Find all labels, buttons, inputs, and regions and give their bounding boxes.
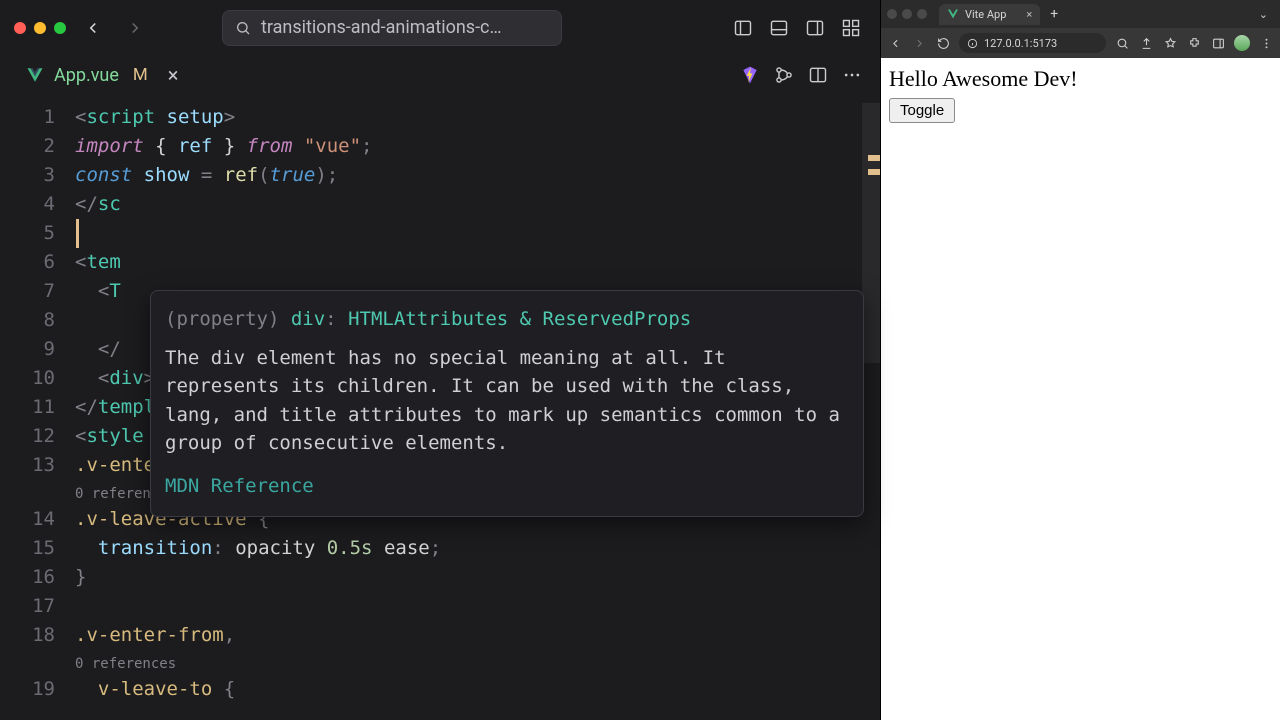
browser-menu-icon[interactable] [1258,35,1274,51]
search-placeholder: transitions-and-animations-c… [261,17,502,38]
page-heading: Hello Awesome Dev! [889,66,1272,92]
split-editor-icon[interactable] [808,65,828,85]
browser-preview-window: Vite App × + ⌄ 127.0.0.1:5173 Hello Awes… [880,0,1280,720]
zoom-icon[interactable] [1114,35,1130,51]
close-window-button[interactable] [14,22,26,34]
more-actions-icon[interactable] [842,65,862,85]
extensions-icon[interactable] [1186,35,1202,51]
browser-toolbar: 127.0.0.1:5173 [881,28,1280,58]
vue-file-icon [26,66,44,84]
vite-favicon-icon [947,8,959,20]
browser-tab-title: Vite App [965,8,1006,21]
zoom-window-button[interactable] [54,22,66,34]
browser-page-content: Hello Awesome Dev! Toggle [881,58,1280,720]
search-icon [235,20,251,36]
code-editor-window: transitions-and-animations-c… App.vue M … [0,0,880,720]
tooltip-mdn-link[interactable]: MDN Reference [165,472,849,501]
editor-scrollbar[interactable] [862,95,880,720]
browser-forward-button[interactable] [911,35,927,51]
toggle-left-panel-icon[interactable] [728,13,758,43]
editor-tab[interactable]: App.vue M × [12,55,192,95]
scrollbar-thumb[interactable] [862,103,880,363]
scroll-marker [868,155,880,161]
browser-tab[interactable]: Vite App × [939,4,1040,25]
codelens-references[interactable]: 0 references [75,650,880,675]
vite-extension-icon[interactable] [740,65,760,85]
tab-close-button[interactable]: × [168,63,179,87]
browser-title-bar: Vite App × + ⌄ [881,0,1280,28]
editor-tab-bar: App.vue M × [0,55,880,95]
scroll-marker [868,169,880,175]
browser-traffic-lights [887,9,927,19]
tab-filename: App.vue [54,65,119,86]
profile-avatar[interactable] [1234,35,1250,51]
sidepanel-icon[interactable] [1210,35,1226,51]
new-tab-button[interactable]: + [1042,6,1066,22]
share-icon[interactable] [1138,35,1154,51]
hover-tooltip: (property) div: HTMLAttributes & Reserve… [150,290,864,517]
toggle-bottom-panel-icon[interactable] [764,13,794,43]
browser-tab-close-button[interactable]: × [1026,8,1032,21]
browser-address-bar[interactable]: 127.0.0.1:5173 [959,33,1106,53]
nav-forward-button[interactable] [120,13,150,43]
traffic-lights [14,22,66,34]
title-bar: transitions-and-animations-c… [0,0,880,55]
site-info-icon [967,38,978,49]
browser-reload-button[interactable] [935,35,951,51]
layout-grid-icon[interactable] [836,13,866,43]
tab-modified-indicator: M [133,65,148,85]
source-control-icon[interactable] [774,65,794,85]
minimize-window-button[interactable] [34,22,46,34]
code-area[interactable]: 12345678910111213141516171819 <script se… [0,95,880,720]
browser-url: 127.0.0.1:5173 [984,37,1057,50]
toggle-right-panel-icon[interactable] [800,13,830,43]
browser-close-button[interactable] [887,9,897,19]
line-number-gutter: 12345678910111213141516171819 [0,103,75,720]
window-chevron-icon[interactable]: ⌄ [1253,8,1274,21]
browser-zoom-button[interactable] [917,9,927,19]
toggle-button[interactable]: Toggle [889,98,955,123]
bookmark-star-icon[interactable] [1162,35,1178,51]
nav-back-button[interactable] [78,13,108,43]
browser-back-button[interactable] [887,35,903,51]
cursor-position-marker [76,219,79,248]
browser-minimize-button[interactable] [902,9,912,19]
command-search-field[interactable]: transitions-and-animations-c… [222,10,562,46]
tooltip-description: The div element has no special meaning a… [165,344,849,458]
